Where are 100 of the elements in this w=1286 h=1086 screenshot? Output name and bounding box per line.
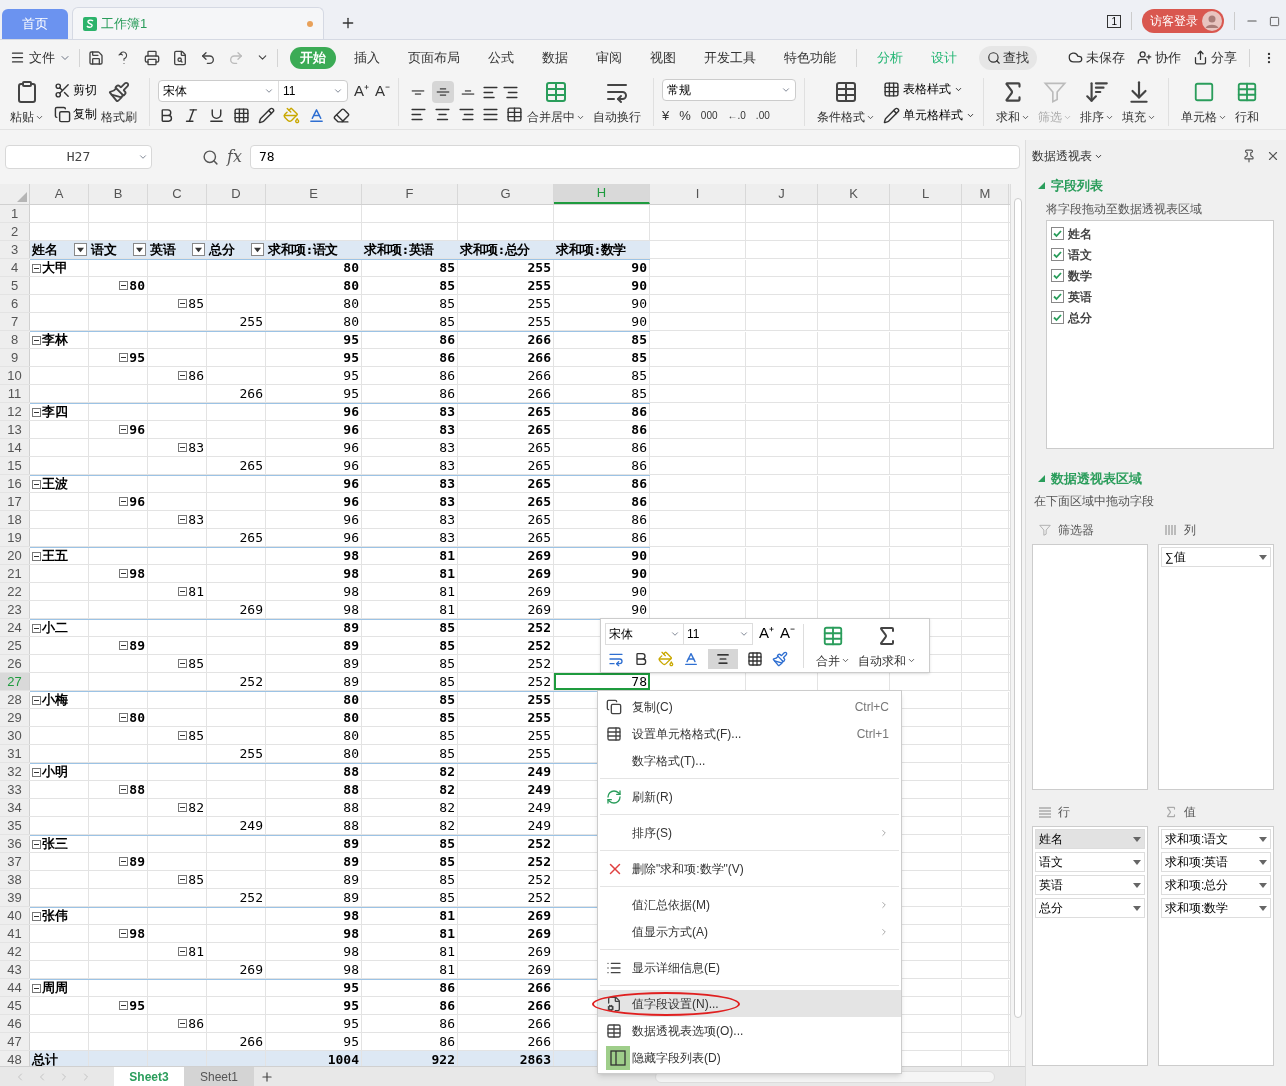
collapse-icon[interactable] — [119, 569, 129, 578]
collapse-icon[interactable] — [119, 353, 129, 362]
section-toggle-icon[interactable] — [1038, 182, 1045, 190]
collapse-icon[interactable] — [178, 299, 188, 308]
column-header[interactable]: K — [818, 184, 890, 204]
collapse-icon[interactable] — [119, 425, 129, 434]
row-header[interactable]: 29 — [0, 709, 30, 726]
cell-style-button[interactable]: 单元格样式 — [883, 106, 976, 124]
area-field[interactable]: 求和项:英语 — [1161, 852, 1271, 872]
row-header[interactable]: 32 — [0, 764, 30, 780]
italic-icon[interactable] — [183, 107, 200, 125]
area-field[interactable]: 求和项:总分 — [1161, 875, 1271, 895]
pencil-icon[interactable] — [258, 107, 275, 125]
fill-color-icon[interactable] — [283, 107, 300, 125]
column-header[interactable]: L — [890, 184, 962, 204]
row-header[interactable]: 1 — [0, 205, 30, 222]
menu-item[interactable]: 数字格式(T)... — [598, 747, 901, 774]
row-header[interactable]: 48 — [0, 1051, 30, 1066]
row-header[interactable]: 9 — [0, 349, 30, 366]
field-checkbox[interactable] — [1051, 311, 1064, 324]
collapse-icon[interactable] — [119, 641, 129, 650]
font-size-step-button[interactable]: A⁻ — [375, 79, 391, 103]
row-header[interactable]: 24 — [0, 620, 30, 636]
collapse-icon[interactable] — [119, 497, 129, 506]
copy-button[interactable]: 复制 — [54, 105, 97, 123]
collapse-icon[interactable] — [178, 947, 188, 956]
paste-button[interactable]: 粘贴 — [6, 78, 48, 126]
row-header[interactable]: 38 — [0, 871, 30, 888]
row-header[interactable]: 14 — [0, 439, 30, 456]
column-header[interactable]: D — [207, 184, 266, 204]
field-checkbox[interactable] — [1051, 269, 1064, 282]
ribbon-tab[interactable]: 公式 — [478, 46, 524, 69]
collapse-icon[interactable] — [32, 695, 41, 705]
collapse-icon[interactable] — [119, 1001, 129, 1010]
maximize-icon[interactable] — [1269, 15, 1280, 27]
area-field[interactable]: 总分 — [1035, 898, 1145, 918]
font-color-icon[interactable] — [683, 650, 699, 667]
row-header[interactable]: 13 — [0, 421, 30, 438]
row-header[interactable]: 11 — [0, 385, 30, 402]
number-format-button[interactable]: ¥ — [662, 105, 670, 126]
underline-icon[interactable] — [208, 107, 225, 125]
row-header[interactable]: 7 — [0, 313, 30, 330]
align-left-icon[interactable] — [410, 106, 428, 123]
new-tab-icon[interactable] — [340, 15, 356, 31]
row-header[interactable]: 25 — [0, 637, 30, 654]
row-header[interactable]: 20 — [0, 548, 30, 564]
row-header[interactable]: 26 — [0, 655, 30, 672]
collapse-icon[interactable] — [32, 551, 41, 561]
collapse-icon[interactable] — [32, 263, 41, 273]
area-field[interactable]: 语文 — [1035, 852, 1145, 872]
insert-function-button[interactable]: fx — [227, 145, 242, 169]
conditional-format-button[interactable]: 条件格式 — [813, 78, 880, 126]
collapse-icon[interactable] — [32, 407, 41, 417]
ribbon-tab[interactable]: 数据 — [532, 46, 578, 69]
vertical-scrollbar[interactable] — [1010, 184, 1025, 1066]
row-header[interactable]: 3 — [0, 241, 30, 258]
ribbon-tab[interactable]: 审阅 — [586, 46, 632, 69]
vertical-align-button[interactable] — [432, 81, 455, 103]
table-style-button[interactable]: 表格样式 — [883, 80, 976, 98]
menu-item[interactable]: 隐藏字段列表(D) — [598, 1044, 901, 1071]
file-menu[interactable]: 文件 — [29, 47, 55, 68]
justify-icon[interactable] — [482, 106, 500, 123]
collapse-icon[interactable] — [178, 1019, 188, 1028]
menu-item[interactable]: 复制(C) Ctrl+C — [598, 693, 901, 720]
align-right-icon[interactable] — [458, 106, 476, 123]
field-filter-button[interactable] — [133, 243, 146, 256]
collapse-icon[interactable] — [119, 857, 129, 866]
tool-button[interactable]: 填充 — [1118, 78, 1161, 126]
cells-button[interactable]: 单元格 — [1177, 78, 1232, 126]
area-field[interactable]: 求和项:语文 — [1161, 829, 1271, 849]
fill-color-icon[interactable] — [658, 650, 674, 667]
row-header[interactable]: 34 — [0, 799, 30, 816]
area-field[interactable]: 英语 — [1035, 875, 1145, 895]
font-color-icon[interactable] — [308, 107, 325, 125]
row-header[interactable]: 22 — [0, 583, 30, 600]
column-header[interactable]: B — [89, 184, 148, 204]
row-header[interactable]: 45 — [0, 997, 30, 1014]
row-header[interactable]: 33 — [0, 781, 30, 798]
collapse-icon[interactable] — [178, 587, 188, 596]
row-header[interactable]: 12 — [0, 404, 30, 420]
font-size-step-button[interactable]: A⁺ — [354, 79, 369, 103]
format-painter-button[interactable]: 格式刷 — [97, 78, 141, 126]
font-size-step-button[interactable]: A⁻ — [780, 622, 796, 645]
collapse-icon[interactable] — [178, 515, 188, 524]
tool-button[interactable]: 排序 — [1076, 78, 1119, 126]
login-button[interactable]: 访客登录 — [1142, 9, 1224, 33]
field-checkbox[interactable] — [1051, 290, 1064, 303]
collapse-icon[interactable] — [119, 785, 129, 794]
field-filter-button[interactable] — [192, 243, 205, 256]
row-header[interactable]: 47 — [0, 1033, 30, 1050]
menu-icon[interactable] — [10, 50, 25, 65]
zoom-icon[interactable] — [202, 148, 219, 166]
row-header[interactable]: 23 — [0, 601, 30, 618]
menu-item[interactable]: 删除"求和项:数学"(V) — [598, 855, 901, 882]
row-header[interactable]: 36 — [0, 836, 30, 852]
row-header[interactable]: 4 — [0, 260, 30, 276]
collapse-icon[interactable] — [32, 623, 41, 633]
field-filter-button[interactable] — [74, 243, 87, 256]
area-field[interactable]: 姓名 — [1035, 829, 1145, 849]
collapse-icon[interactable] — [119, 929, 129, 938]
